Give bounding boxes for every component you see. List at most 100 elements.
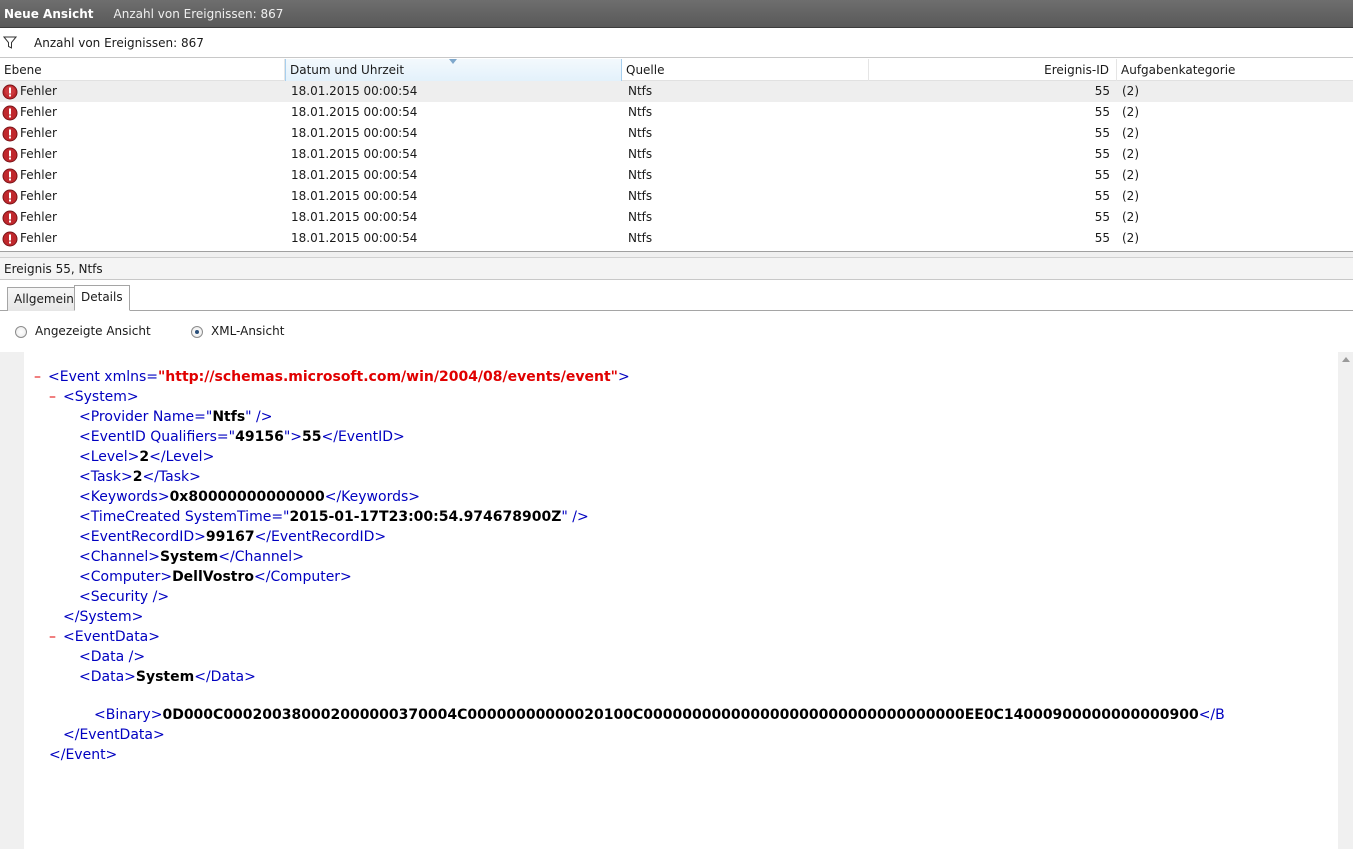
cell-level: Fehler xyxy=(20,105,57,119)
collapse-toggle[interactable]: – xyxy=(49,387,63,407)
table-row[interactable]: Fehler 18.01.2015 00:00:54 Ntfs 55 (2) xyxy=(0,228,1353,249)
xml-line-eventdata-close: </EventData> xyxy=(63,727,165,743)
cell-level: Fehler xyxy=(20,189,57,203)
table-row[interactable]: Fehler 18.01.2015 00:00:54 Ntfs 55 (2) xyxy=(0,123,1353,144)
error-icon xyxy=(2,189,18,205)
cell-event-id: 55 xyxy=(1094,231,1110,245)
cell-source: Ntfs xyxy=(628,84,653,98)
table-row[interactable]: Fehler 18.01.2015 00:00:54 Ntfs 55 (2) xyxy=(0,144,1353,165)
xml-line-level: <Level>2</Level> xyxy=(79,449,215,465)
cell-datetime: 18.01.2015 00:00:54 xyxy=(291,84,418,98)
xml-document: – <Event xmlns="http://schemas.microsoft.… xyxy=(34,367,1225,765)
collapse-toggle[interactable]: – xyxy=(34,367,48,387)
tab-general[interactable]: Allgemein xyxy=(7,287,81,311)
funnel-icon[interactable] xyxy=(3,36,17,50)
cell-datetime: 18.01.2015 00:00:54 xyxy=(291,105,418,119)
cell-source: Ntfs xyxy=(628,126,653,140)
cell-event-id: 55 xyxy=(1094,126,1110,140)
xml-line-computer: <Computer>DellVostro</Computer> xyxy=(79,569,352,585)
xml-view-radio[interactable] xyxy=(191,326,203,338)
column-header-event-id[interactable]: Ereignis-ID xyxy=(869,59,1117,81)
cell-datetime: 18.01.2015 00:00:54 xyxy=(291,210,418,224)
error-icon xyxy=(2,210,18,226)
xml-line-channel: <Channel>System</Channel> xyxy=(79,549,304,565)
event-list: Ebene Datum und Uhrzeit Quelle Ereignis-… xyxy=(0,59,1353,251)
cell-category: (2) xyxy=(1122,168,1139,182)
error-icon xyxy=(2,147,18,163)
xml-line-binary: <Binary>0D000C000200380002000000370004C0… xyxy=(94,707,1225,723)
cell-level: Fehler xyxy=(20,147,57,161)
cell-level: Fehler xyxy=(20,231,57,245)
sort-descending-icon xyxy=(449,59,457,64)
friendly-view-label[interactable]: Angezeigte Ansicht xyxy=(35,324,151,338)
error-icon xyxy=(2,231,18,247)
table-row[interactable]: Fehler 18.01.2015 00:00:54 Ntfs 55 (2) xyxy=(0,81,1353,102)
cell-source: Ntfs xyxy=(628,105,653,119)
view-mode-options: Angezeigte Ansicht XML-Ansicht xyxy=(0,312,1353,352)
column-header-source[interactable]: Quelle xyxy=(622,59,869,81)
xml-line-eventdata: – <EventData> xyxy=(49,627,160,647)
cell-category: (2) xyxy=(1122,210,1139,224)
view-title: Neue Ansicht xyxy=(4,6,94,21)
cell-datetime: 18.01.2015 00:00:54 xyxy=(291,147,418,161)
xml-line-task: <Task>2</Task> xyxy=(79,469,201,485)
xml-line-system-close: </System> xyxy=(63,609,144,625)
cell-category: (2) xyxy=(1122,231,1139,245)
cell-level: Fehler xyxy=(20,84,57,98)
error-icon xyxy=(2,126,18,142)
error-icon xyxy=(2,168,18,184)
xml-pane: – <Event xmlns="http://schemas.microsoft.… xyxy=(0,352,1353,849)
detail-tabs: Allgemein Details xyxy=(0,281,1353,311)
cell-category: (2) xyxy=(1122,84,1139,98)
cell-category: (2) xyxy=(1122,147,1139,161)
scroll-up-icon[interactable] xyxy=(1342,357,1350,362)
cell-category: (2) xyxy=(1122,126,1139,140)
error-icon xyxy=(2,105,18,121)
cell-event-id: 55 xyxy=(1094,168,1110,182)
table-row[interactable]: Fehler 18.01.2015 00:00:54 Ntfs 55 (2) xyxy=(0,165,1353,186)
collapse-toggle[interactable]: – xyxy=(49,627,63,647)
view-event-count: Anzahl von Ereignissen: 867 xyxy=(113,6,284,21)
table-row[interactable]: Fehler 18.01.2015 00:00:54 Ntfs 55 (2) xyxy=(0,186,1353,207)
cell-level: Fehler xyxy=(20,210,57,224)
cell-source: Ntfs xyxy=(628,231,653,245)
cell-datetime: 18.01.2015 00:00:54 xyxy=(291,168,418,182)
cell-level: Fehler xyxy=(20,168,57,182)
cell-category: (2) xyxy=(1122,105,1139,119)
cell-datetime: 18.01.2015 00:00:54 xyxy=(291,231,418,245)
cell-event-id: 55 xyxy=(1094,189,1110,203)
event-detail-header: Ereignis 55, Ntfs xyxy=(0,258,1353,280)
xml-line-data: <Data>System</Data> xyxy=(79,669,256,685)
cell-datetime: 18.01.2015 00:00:54 xyxy=(291,126,418,140)
xml-view-label[interactable]: XML-Ansicht xyxy=(211,324,284,338)
pane-splitter[interactable] xyxy=(0,251,1353,258)
table-row[interactable]: Fehler 18.01.2015 00:00:54 Ntfs 55 (2) xyxy=(0,207,1353,228)
xml-line-event-close: </Event> xyxy=(49,747,118,763)
cell-category: (2) xyxy=(1122,189,1139,203)
cell-event-id: 55 xyxy=(1094,210,1110,224)
cell-source: Ntfs xyxy=(628,210,653,224)
column-header-level[interactable]: Ebene xyxy=(0,59,285,81)
xml-line-data-empty: <Data /> xyxy=(79,649,146,665)
cell-event-id: 55 xyxy=(1094,147,1110,161)
xml-line-provider: <Provider Name="Ntfs" /> xyxy=(79,409,273,425)
event-list-header: Ebene Datum und Uhrzeit Quelle Ereignis-… xyxy=(0,59,1353,81)
xml-content[interactable]: – <Event xmlns="http://schemas.microsoft.… xyxy=(24,352,1338,849)
xml-line-security: <Security /> xyxy=(79,589,170,605)
xml-line-recordid: <EventRecordID>99167</EventRecordID> xyxy=(79,529,387,545)
column-header-task-category[interactable]: Aufgabenkategorie xyxy=(1117,59,1353,81)
xml-line-eventid: <EventID Qualifiers="49156">55</EventID> xyxy=(79,429,405,445)
filter-event-count: Anzahl von Ereignissen: 867 xyxy=(34,36,204,50)
friendly-view-radio[interactable] xyxy=(15,326,27,338)
xml-line-event: – <Event xmlns="http://schemas.microsoft.… xyxy=(34,367,630,387)
xml-line-timecreated: <TimeCreated SystemTime="2015-01-17T23:0… xyxy=(79,509,589,525)
vertical-scrollbar[interactable] xyxy=(1338,352,1353,849)
filter-bar: Anzahl von Ereignissen: 867 xyxy=(0,29,1353,58)
tab-details[interactable]: Details xyxy=(74,285,130,311)
cell-source: Ntfs xyxy=(628,147,653,161)
error-icon xyxy=(2,84,18,100)
cell-datetime: 18.01.2015 00:00:54 xyxy=(291,189,418,203)
table-row[interactable]: Fehler 18.01.2015 00:00:54 Ntfs 55 (2) xyxy=(0,102,1353,123)
cell-event-id: 55 xyxy=(1094,84,1110,98)
xml-line-keywords: <Keywords>0x80000000000000</Keywords> xyxy=(79,489,420,505)
